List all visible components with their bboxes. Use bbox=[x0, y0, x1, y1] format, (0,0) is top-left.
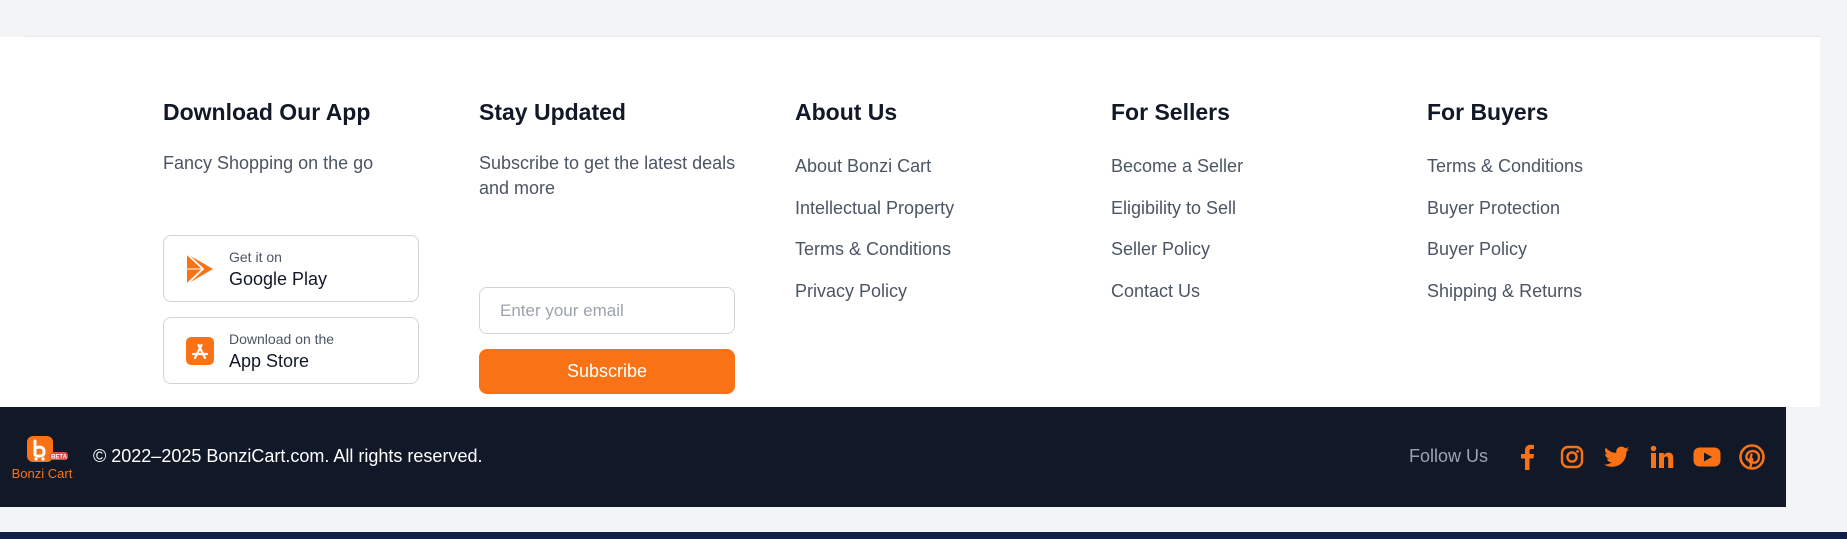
social-links bbox=[1513, 443, 1766, 471]
footer-link-buyer-terms[interactable]: Terms & Conditions bbox=[1427, 155, 1727, 197]
google-play-button[interactable]: Get it on Google Play bbox=[163, 235, 419, 302]
google-play-label: Google Play bbox=[229, 269, 328, 289]
for-sellers-column: For Sellers Become a Seller Eligibility … bbox=[1111, 101, 1411, 321]
stay-updated-subtitle: Subscribe to get the latest deals and mo… bbox=[479, 153, 736, 198]
footer-link-shipping-returns[interactable]: Shipping & Returns bbox=[1427, 280, 1727, 322]
footer-link-contact-us[interactable]: Contact Us bbox=[1111, 280, 1411, 322]
footer-links-section: Download Our App Fancy Shopping on the g… bbox=[0, 37, 1820, 407]
page-gutter bbox=[1820, 0, 1847, 539]
for-sellers-links: Become a Seller Eligibility to Sell Sell… bbox=[1111, 155, 1411, 321]
google-play-icon bbox=[184, 253, 216, 285]
app-store-small-text: Download on the bbox=[229, 331, 335, 347]
copyright-text: © 2022–2025 BonziCart.com. All rights re… bbox=[93, 446, 483, 466]
logo-beta-badge: BETA bbox=[51, 455, 68, 461]
footer-bar: BETA Bonzi Cart © 2022–2025 BonziCart.co… bbox=[0, 407, 1786, 507]
top-content-strip bbox=[25, 0, 1820, 37]
email-input[interactable] bbox=[479, 287, 735, 334]
app-store-button[interactable]: Download on the App Store bbox=[163, 317, 419, 384]
footer-link-become-seller[interactable]: Become a Seller bbox=[1111, 155, 1411, 197]
about-us-column: About Us About Bonzi Cart Intellectual P… bbox=[795, 101, 1095, 321]
youtube-icon[interactable] bbox=[1693, 443, 1721, 471]
bottom-strip bbox=[0, 532, 1847, 539]
stay-updated-column: Stay Updated Subscribe to get the latest… bbox=[479, 99, 739, 394]
for-sellers-heading: For Sellers bbox=[1111, 99, 1230, 125]
download-app-subtitle: Fancy Shopping on the go bbox=[163, 153, 374, 173]
footer-link-seller-policy[interactable]: Seller Policy bbox=[1111, 238, 1411, 280]
for-buyers-column: For Buyers Terms & Conditions Buyer Prot… bbox=[1427, 101, 1727, 321]
download-app-heading: Download Our App bbox=[163, 99, 371, 125]
app-store-label: App Store bbox=[229, 351, 310, 371]
footer-link-intellectual-property[interactable]: Intellectual Property bbox=[795, 197, 1095, 239]
logo-text: Bonzi Cart bbox=[12, 466, 73, 481]
footer-link-buyer-policy[interactable]: Buyer Policy bbox=[1427, 238, 1727, 280]
bonzi-cart-logo[interactable]: BETA Bonzi Cart bbox=[10, 435, 74, 485]
twitter-icon[interactable] bbox=[1603, 443, 1631, 471]
about-us-heading: About Us bbox=[795, 99, 898, 125]
linkedin-icon[interactable] bbox=[1648, 443, 1676, 471]
google-play-small-text: Get it on bbox=[229, 249, 282, 265]
footer-link-buyer-protection[interactable]: Buyer Protection bbox=[1427, 197, 1727, 239]
footer-link-eligibility-to-sell[interactable]: Eligibility to Sell bbox=[1111, 197, 1411, 239]
about-us-links: About Bonzi Cart Intellectual Property T… bbox=[795, 155, 1095, 321]
for-buyers-heading: For Buyers bbox=[1427, 99, 1549, 125]
follow-us-label: Follow Us bbox=[1409, 446, 1489, 466]
instagram-icon[interactable] bbox=[1558, 443, 1586, 471]
footer-link-privacy-policy[interactable]: Privacy Policy bbox=[795, 280, 1095, 322]
footer-link-terms-conditions[interactable]: Terms & Conditions bbox=[795, 238, 1095, 280]
facebook-icon[interactable] bbox=[1513, 443, 1541, 471]
download-app-column: Download Our App Fancy Shopping on the g… bbox=[163, 99, 463, 384]
app-store-icon bbox=[184, 335, 216, 367]
footer-link-about-bonzi-cart[interactable]: About Bonzi Cart bbox=[795, 155, 1095, 197]
pinterest-icon[interactable] bbox=[1738, 443, 1766, 471]
stay-updated-heading: Stay Updated bbox=[479, 99, 626, 125]
subscribe-button[interactable]: Subscribe bbox=[479, 349, 735, 394]
for-buyers-links: Terms & Conditions Buyer Protection Buye… bbox=[1427, 155, 1727, 321]
